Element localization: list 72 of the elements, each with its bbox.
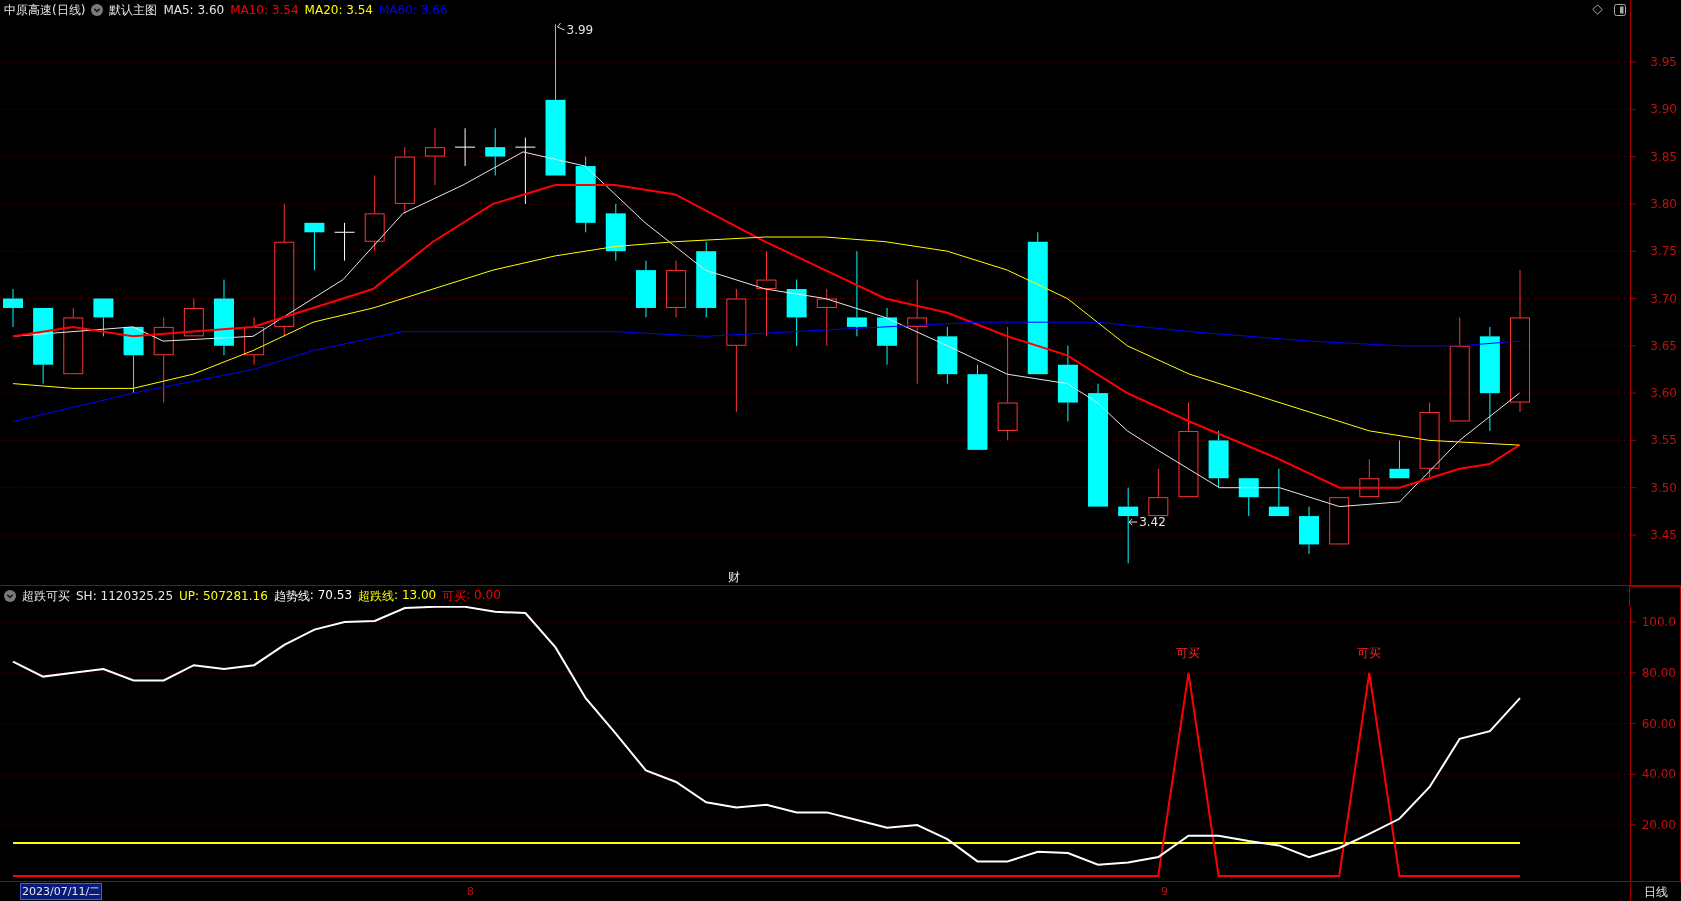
candlestick [1208,430,1229,489]
axis-label: 3.50 [1650,480,1677,495]
candlestick [786,279,807,347]
candlestick [123,326,144,394]
candlestick [1329,496,1350,545]
leader-line [557,22,565,31]
indicator-value: MA60: 3.66 [379,3,448,17]
candlestick [454,127,476,167]
candlestick [816,288,837,347]
axis-label: 100.0 [1641,615,1676,629]
indicator-value: MA5: 3.60 [163,3,225,17]
dropdown-icon[interactable] [4,590,16,602]
candlestick [1359,458,1380,498]
axis-label: 3.90 [1650,102,1677,117]
indicator-title: 超跌可买 [22,587,70,605]
candlestick [1299,506,1319,555]
diamond-icon[interactable] [1592,4,1604,16]
high-price-label: 3.99 [566,23,594,37]
axis-label: 3.45 [1650,528,1677,542]
date-label: 8 [466,884,475,899]
candlestick [244,316,265,366]
panel-toggle-icon[interactable] [1614,4,1626,16]
signal-label: 可买 [1357,645,1382,660]
axis-label: 60.00 [1641,716,1676,731]
series-value: : 13.00 [394,587,437,604]
candlestick [937,326,958,385]
date-label: 2023/07/11/二 [20,883,103,900]
candlestick [3,288,23,328]
indicator-value: MA10: 3.54 [230,3,299,17]
candlestick [514,137,536,205]
low-price-label: 3.42 [1139,515,1166,529]
candlestick [635,260,656,318]
axis-label: 3.95 [1650,55,1677,69]
indicator-value: MA20: 3.54 [304,3,373,17]
template-name[interactable]: 默认主图 [109,1,158,19]
axis-label: 3.85 [1650,149,1677,164]
series-value: : 0.00 [466,587,501,604]
stock-title: 中原高速(日线) [4,1,86,19]
axis-label: 80.00 [1641,665,1676,680]
candlestick [877,307,898,366]
series-value: : 70.53 [309,587,353,604]
candlestick [304,222,325,271]
signal-label: 可买 [1176,645,1201,660]
axis-label: 3.80 [1650,196,1677,211]
event-marker: 财 [728,570,740,584]
candlestick [1148,468,1169,517]
candlestick [1268,468,1289,517]
candlestick [183,298,204,337]
axis-label: 3.60 [1650,386,1677,401]
candlestick [93,298,114,337]
indicator-value: SH: 1120325.25 [76,589,174,603]
candlestick [605,203,626,262]
candlestick [1238,477,1259,517]
axis-label: 3.65 [1650,338,1677,353]
axis-label: 3.55 [1650,433,1677,448]
dropdown-icon[interactable] [91,4,104,16]
axis-label: 3.75 [1650,244,1677,259]
candlestick [334,222,356,262]
axis-label: 3.70 [1650,291,1677,306]
series-name: 趋势线 [273,587,310,605]
candlestick [63,307,84,375]
candlestick [424,127,445,186]
period-label[interactable]: 日线 [1644,883,1668,901]
axis-label: 20.00 [1641,818,1676,833]
leader-line [1128,518,1138,526]
candlestick [666,260,687,318]
candlestick [1389,439,1410,479]
axis-label: 40.00 [1641,767,1676,782]
candlestick [485,127,506,176]
date-label: 9 [1160,884,1169,899]
candlestick [394,146,415,214]
indicator-value: UP: 507281.16 [179,589,268,603]
